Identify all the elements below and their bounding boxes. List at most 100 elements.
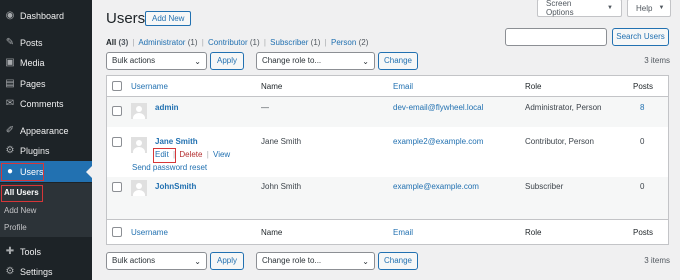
user-email[interactable]: example@example.com — [393, 182, 479, 191]
users-table: Username Name Email Role Posts admin — d… — [106, 75, 669, 245]
avatar — [131, 137, 147, 153]
comments-icon: ✉ — [5, 98, 15, 109]
view-link[interactable]: View — [213, 150, 230, 159]
submenu-all-users[interactable]: All Users — [4, 188, 39, 197]
items-count-top: 3 items — [644, 56, 670, 65]
add-new-button[interactable]: Add New — [145, 11, 192, 26]
user-email[interactable]: dev-email@flywheel.local — [393, 103, 483, 112]
edit-link[interactable]: Edit — [155, 150, 169, 159]
table-row: JohnSmith John Smith example@example.com… — [107, 177, 668, 219]
help-label: Help — [636, 3, 653, 13]
user-posts[interactable]: 8 — [640, 103, 644, 112]
menu-label: Tools — [20, 246, 42, 257]
plugin-icon: ⚙ — [5, 145, 15, 156]
footer-column-name: Name — [261, 228, 283, 237]
pages-icon: ▤ — [5, 78, 15, 89]
menu-plugins[interactable]: ⚙ Plugins — [0, 140, 92, 161]
menu-label: Users — [20, 166, 44, 177]
select-all-checkbox-footer[interactable] — [112, 227, 122, 237]
page-title: Users — [106, 10, 146, 27]
chevron-down-icon: ⌄ — [194, 57, 201, 66]
menu-appearance[interactable]: ✐ Appearance — [0, 120, 92, 141]
menu-label: Dashboard — [20, 10, 65, 21]
user-name: Jane Smith — [261, 137, 302, 146]
row-checkbox[interactable] — [112, 182, 122, 192]
view-contributor[interactable]: Contributor (1) — [208, 38, 260, 47]
pushpin-icon: ✎ — [5, 37, 15, 48]
menu-label: Posts — [20, 37, 43, 48]
row-checkbox[interactable] — [112, 137, 122, 147]
username-link[interactable]: Jane Smith — [155, 137, 198, 146]
view-subscriber[interactable]: Subscriber (1) — [270, 38, 320, 47]
media-icon: ▣ — [5, 57, 15, 68]
submenu-add-new[interactable]: Add New — [4, 206, 36, 215]
view-person[interactable]: Person (2) — [331, 38, 368, 47]
table-row: Jane Smith Edit | Delete | View Send pas… — [107, 127, 668, 177]
caret-down-icon: ▼ — [607, 5, 613, 11]
menu-dashboard[interactable]: ◉ Dashboard — [0, 5, 92, 26]
chevron-down-icon: ⌄ — [362, 257, 369, 266]
menu-label: Appearance — [20, 125, 69, 136]
user-email[interactable]: example2@example.com — [393, 137, 483, 146]
admin-sidebar: ◉ Dashboard ✎ Posts ▣ Media ▤ Pages ✉ Co… — [0, 0, 92, 280]
footer-column-email[interactable]: Email — [393, 228, 413, 237]
menu-media[interactable]: ▣ Media — [0, 52, 92, 73]
change-role-select-bottom[interactable]: Change role to... ⌄ — [256, 252, 375, 270]
menu-comments[interactable]: ✉ Comments — [0, 93, 92, 114]
menu-label: Media — [20, 57, 45, 68]
select-all-checkbox[interactable] — [112, 81, 122, 91]
items-count-bottom: 3 items — [644, 256, 670, 265]
table-row: admin — dev-email@flywheel.local Adminis… — [107, 97, 668, 127]
apply-button-top[interactable]: Apply — [210, 52, 244, 70]
change-role-select-top[interactable]: Change role to... ⌄ — [256, 52, 375, 70]
column-header-username[interactable]: Username — [131, 82, 168, 91]
change-button-bottom[interactable]: Change — [378, 252, 418, 270]
submenu-profile[interactable]: Profile — [4, 223, 27, 232]
search-input[interactable] — [505, 28, 607, 46]
apply-button-bottom[interactable]: Apply — [210, 252, 244, 270]
change-button-top[interactable]: Change — [378, 52, 418, 70]
paintbrush-icon: ✐ — [5, 125, 15, 136]
column-header-role: Role — [525, 82, 542, 91]
column-header-posts: Posts — [633, 82, 654, 91]
user-name: — — [261, 103, 269, 112]
footer-column-posts: Posts — [633, 228, 654, 237]
view-all[interactable]: All (3) — [106, 38, 128, 47]
users-submenu: All Users Add New Profile — [0, 183, 92, 237]
help-tab[interactable]: Help ▼ — [627, 0, 671, 17]
screen-options-tab[interactable]: Screen Options ▼ — [537, 0, 622, 17]
caret-down-icon: ▼ — [658, 5, 665, 11]
search-users-button[interactable]: Search Users — [612, 28, 669, 46]
menu-posts[interactable]: ✎ Posts — [0, 32, 92, 53]
avatar — [131, 103, 147, 119]
menu-tools[interactable]: ✚ Tools — [0, 241, 92, 262]
users-icon: ● — [6, 166, 14, 177]
send-password-reset-link[interactable]: Send password reset — [132, 163, 207, 172]
chevron-down-icon: ⌄ — [362, 57, 369, 66]
chevron-down-icon: ⌄ — [194, 257, 201, 266]
user-posts: 0 — [640, 137, 645, 146]
footer-column-role: Role — [525, 228, 542, 237]
user-role: Contributor, Person — [525, 137, 594, 146]
row-checkbox[interactable] — [112, 106, 122, 116]
row-actions: Edit | Delete | View — [155, 150, 231, 159]
user-posts: 0 — [640, 182, 645, 191]
tools-icon: ✚ — [5, 246, 15, 257]
view-administrator[interactable]: Administrator (1) — [138, 38, 197, 47]
username-link[interactable]: JohnSmith — [155, 182, 196, 191]
footer-column-username[interactable]: Username — [131, 228, 168, 237]
menu-label: Comments — [20, 98, 64, 109]
screen-options-label: Screen Options — [546, 0, 574, 17]
menu-users[interactable]: ● Users — [0, 161, 92, 182]
column-header-name: Name — [261, 82, 283, 91]
username-link[interactable]: admin — [155, 103, 179, 112]
menu-settings[interactable]: ⚙ Settings — [0, 261, 92, 280]
user-role-filter: All (3) | Administrator (1) | Contributo… — [106, 38, 369, 47]
bulk-actions-select-top[interactable]: Bulk actions ⌄ — [106, 52, 207, 70]
avatar — [131, 180, 147, 196]
delete-link[interactable]: Delete — [179, 150, 202, 159]
column-header-email[interactable]: Email — [393, 82, 413, 91]
user-role: Subscriber — [525, 182, 564, 191]
menu-pages[interactable]: ▤ Pages — [0, 73, 92, 94]
bulk-actions-select-bottom[interactable]: Bulk actions ⌄ — [106, 252, 207, 270]
